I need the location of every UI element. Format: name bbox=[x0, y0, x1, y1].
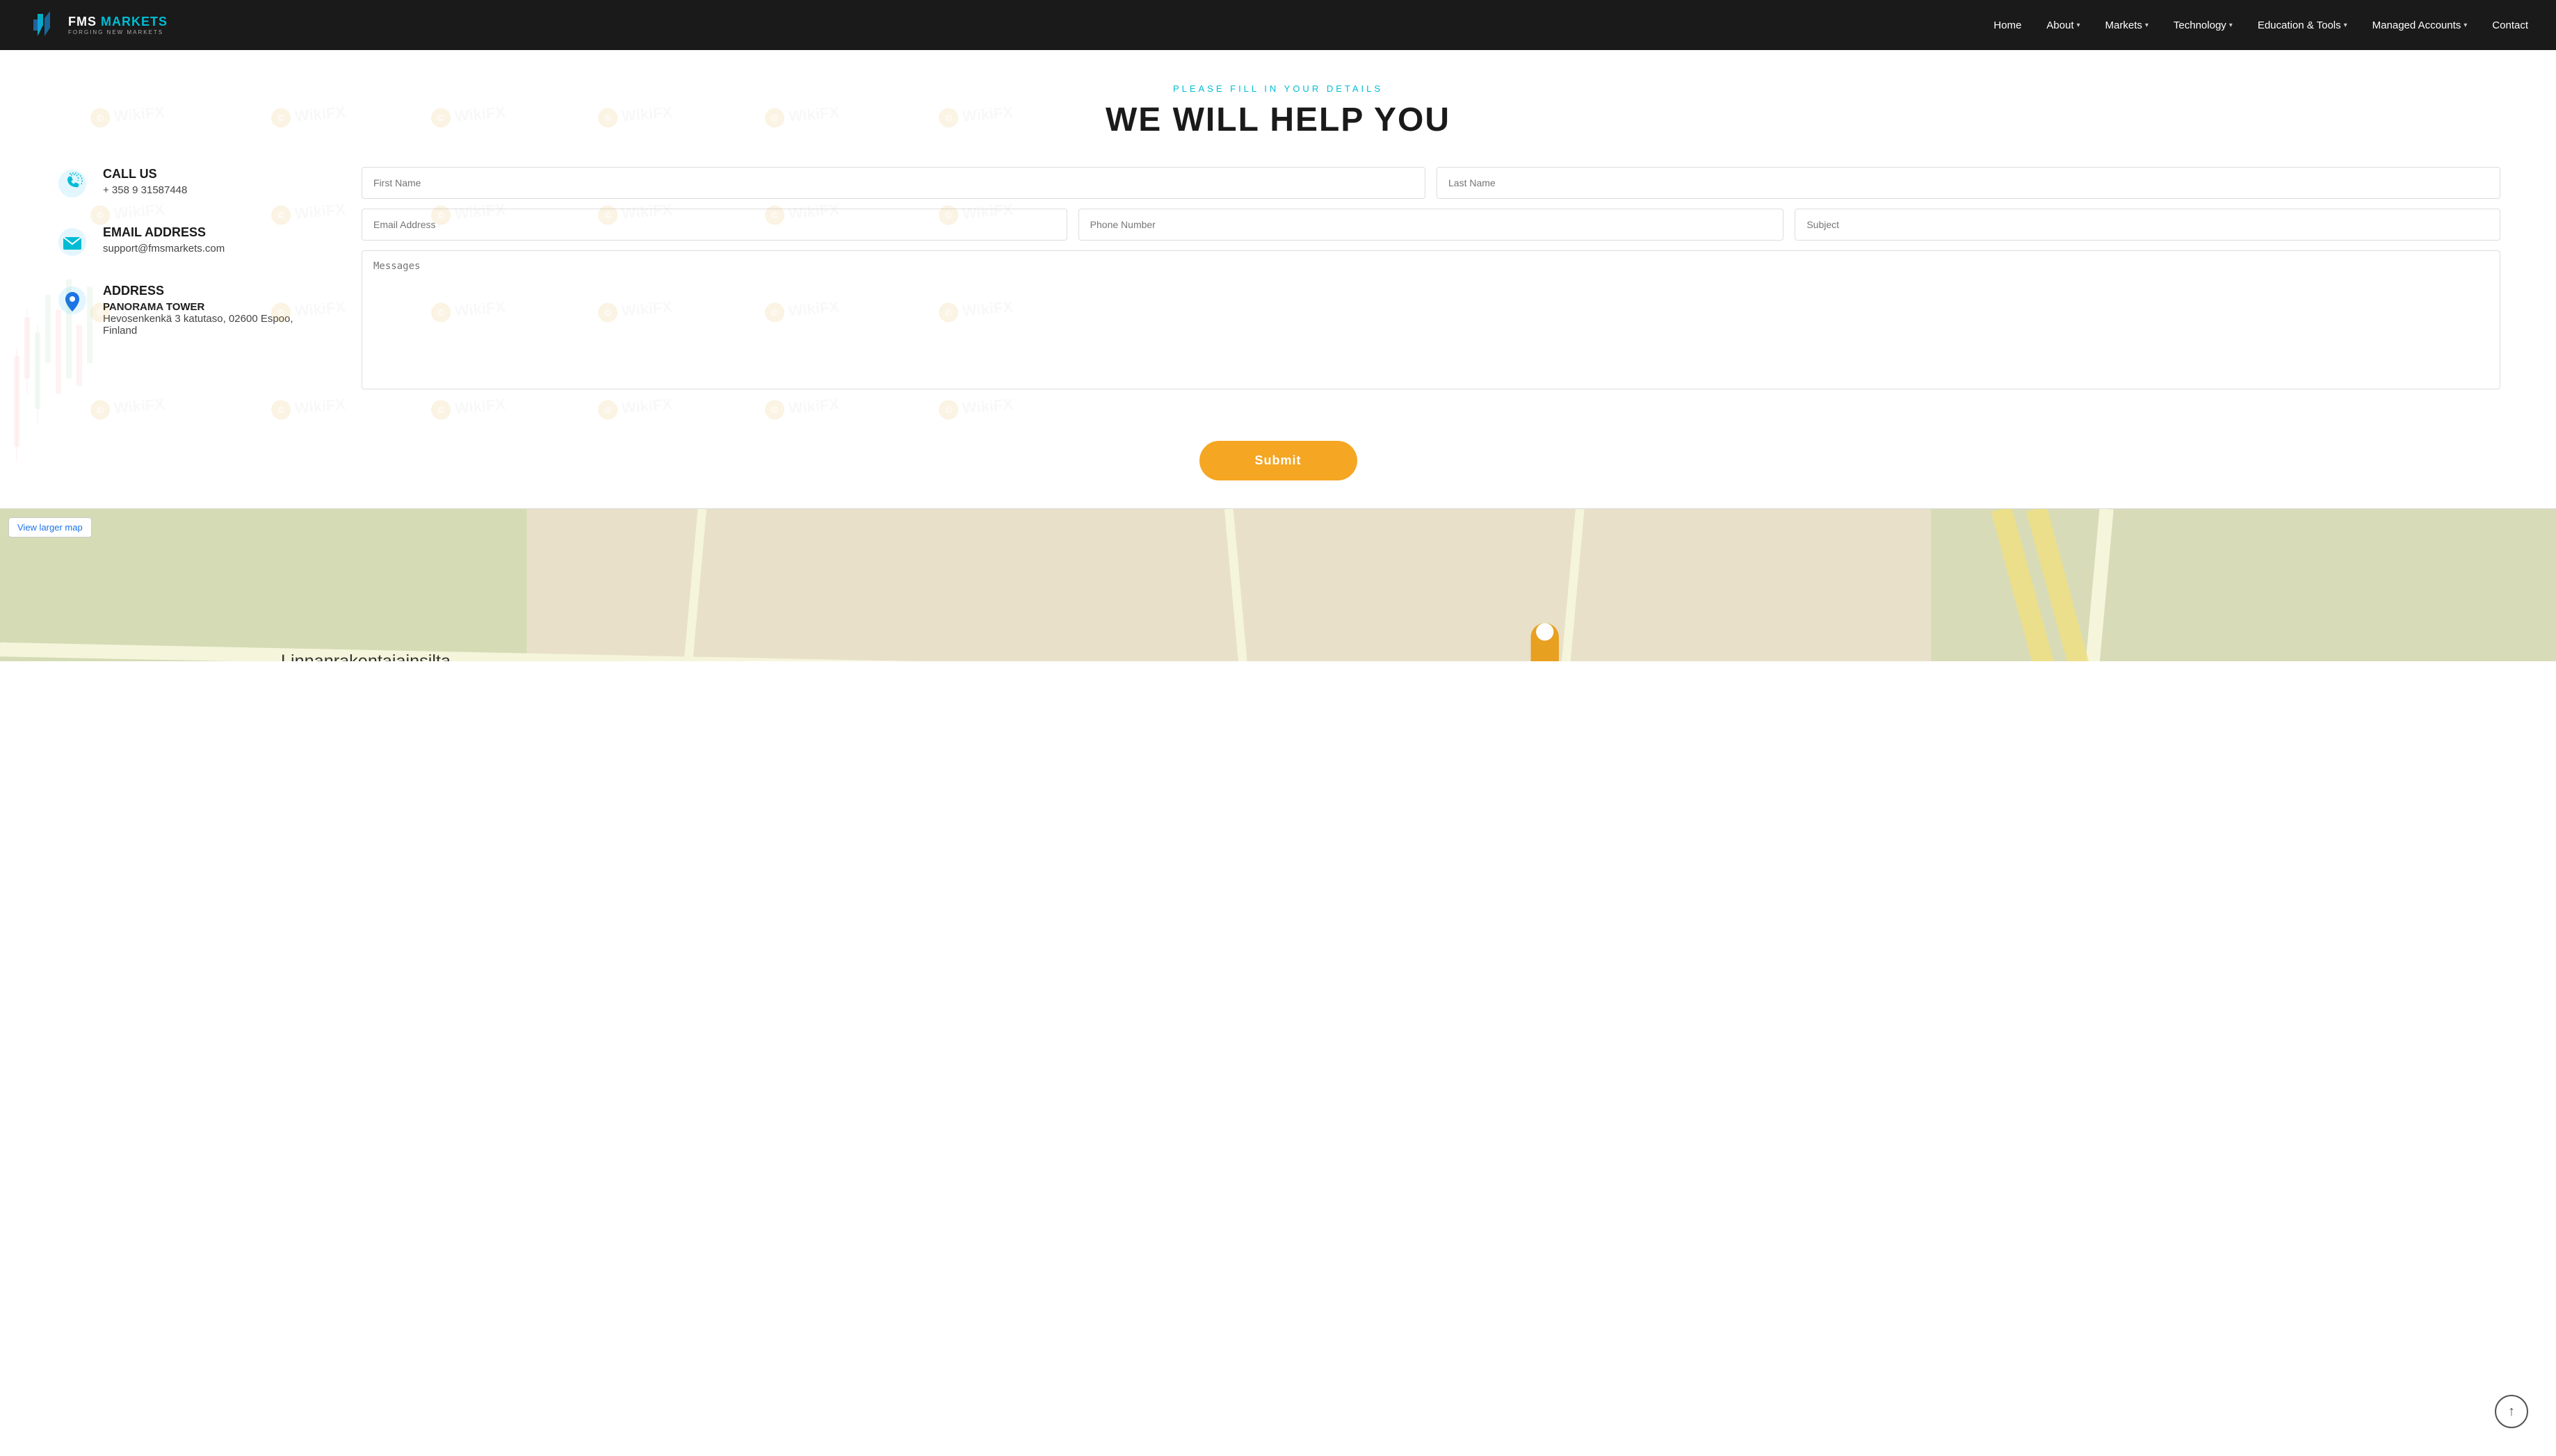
page-title: WE WILL HELP YOU bbox=[0, 101, 2556, 139]
nav-item-about[interactable]: About ▾ bbox=[2046, 19, 2080, 31]
page-header: PLEASE FILL IN YOUR DETAILS WE WILL HELP… bbox=[0, 50, 2556, 153]
chevron-down-icon: ▾ bbox=[2464, 22, 2467, 29]
form-row-message bbox=[362, 250, 2500, 389]
contact-form bbox=[362, 167, 2500, 399]
scroll-to-top-button[interactable]: ↑ bbox=[2495, 1395, 2528, 1428]
logo[interactable]: FMS MARKETS FORGING NEW MARKETS bbox=[28, 8, 168, 42]
first-name-input[interactable] bbox=[362, 167, 1425, 199]
nav-item-managed[interactable]: Managed Accounts ▾ bbox=[2372, 19, 2468, 31]
call-value: + 358 9 31587448 bbox=[103, 184, 187, 196]
main-content: ©WikiFX©WikiFX©WikiFX©WikiFX©WikiFX©Wiki… bbox=[0, 50, 2556, 508]
nav-links-list: Home About ▾ Markets ▾ Technology ▾ Educ… bbox=[1993, 19, 2528, 31]
nav-item-technology[interactable]: Technology ▾ bbox=[2174, 19, 2233, 31]
address-value: Hevosenkenkä 3 katutaso, 02600 Espoo, Fi… bbox=[103, 313, 320, 337]
scroll-top-icon: ↑ bbox=[2508, 1404, 2515, 1420]
nav-link-managed[interactable]: Managed Accounts ▾ bbox=[2372, 19, 2468, 31]
logo-text: FMS MARKETS FORGING NEW MARKETS bbox=[68, 15, 168, 35]
email-info: EMAIL ADDRESS support@fmsmarkets.com bbox=[103, 225, 225, 254]
view-larger-map-link[interactable]: View larger map bbox=[8, 517, 92, 537]
nav-link-about[interactable]: About ▾ bbox=[2046, 19, 2080, 31]
nav-link-education[interactable]: Education & Tools ▾ bbox=[2258, 19, 2347, 31]
contact-address: ADDRESS PANORAMA TOWER Hevosenkenkä 3 ka… bbox=[56, 284, 320, 337]
phone-input[interactable] bbox=[1078, 209, 1784, 241]
call-info: CALL US + 358 9 31587448 bbox=[103, 167, 187, 196]
map-area: Linnatullinkatu Linnanrakentajainsilta B… bbox=[0, 508, 2556, 661]
pin-icon-wrap bbox=[56, 284, 89, 317]
logo-icon bbox=[28, 8, 61, 42]
contact-email: EMAIL ADDRESS support@fmsmarkets.com bbox=[56, 225, 320, 259]
call-label: CALL US bbox=[103, 167, 187, 181]
phone-icon bbox=[57, 168, 88, 199]
address-info: ADDRESS PANORAMA TOWER Hevosenkenkä 3 ka… bbox=[103, 284, 320, 337]
chevron-down-icon: ▾ bbox=[2229, 22, 2233, 29]
chevron-down-icon: ▾ bbox=[2145, 22, 2149, 29]
email-icon-wrap bbox=[56, 225, 89, 259]
nav-link-contact[interactable]: Contact bbox=[2492, 19, 2528, 31]
email-label: EMAIL ADDRESS bbox=[103, 225, 225, 240]
email-icon bbox=[57, 227, 88, 257]
form-row-name bbox=[362, 167, 2500, 199]
info-panel: CALL US + 358 9 31587448 EMAIL ADDRESS s… bbox=[56, 167, 320, 362]
nav-link-technology[interactable]: Technology ▾ bbox=[2174, 19, 2233, 31]
chevron-down-icon: ▾ bbox=[2077, 22, 2080, 29]
address-building: PANORAMA TOWER bbox=[103, 301, 320, 313]
logo-title: FMS MARKETS bbox=[68, 15, 168, 29]
submit-area: Submit bbox=[0, 427, 2556, 508]
pin-icon bbox=[57, 285, 88, 316]
phone-icon-wrap bbox=[56, 167, 89, 200]
logo-markets: MARKETS bbox=[101, 15, 168, 29]
map-roads: Linnatullinkatu Linnanrakentajainsilta B… bbox=[0, 509, 2556, 661]
email-value: support@fmsmarkets.com bbox=[103, 243, 225, 254]
nav-item-contact[interactable]: Contact bbox=[2492, 19, 2528, 31]
contact-call: CALL US + 358 9 31587448 bbox=[56, 167, 320, 200]
page-subtitle: PLEASE FILL IN YOUR DETAILS bbox=[0, 83, 2556, 94]
logo-subtitle: FORGING NEW MARKETS bbox=[68, 29, 168, 35]
form-row-contact bbox=[362, 209, 2500, 241]
logo-fms: FMS bbox=[68, 15, 97, 29]
nav-item-home[interactable]: Home bbox=[1993, 19, 2021, 31]
last-name-input[interactable] bbox=[1437, 167, 2500, 199]
submit-button[interactable]: Submit bbox=[1199, 441, 1357, 480]
nav-item-markets[interactable]: Markets ▾ bbox=[2105, 19, 2149, 31]
nav-item-education[interactable]: Education & Tools ▾ bbox=[2258, 19, 2347, 31]
subject-input[interactable] bbox=[1795, 209, 2500, 241]
svg-text:Linnanrakentajainsilta: Linnanrakentajainsilta bbox=[281, 652, 451, 661]
address-label: ADDRESS bbox=[103, 284, 320, 298]
map-background: Linnatullinkatu Linnanrakentajainsilta B… bbox=[0, 509, 2556, 661]
chevron-down-icon: ▾ bbox=[2344, 22, 2347, 29]
content-area: CALL US + 358 9 31587448 EMAIL ADDRESS s… bbox=[0, 153, 2556, 427]
nav-link-home[interactable]: Home bbox=[1993, 19, 2021, 31]
navigation: FMS MARKETS FORGING NEW MARKETS Home Abo… bbox=[0, 0, 2556, 50]
email-input[interactable] bbox=[362, 209, 1067, 241]
messages-textarea[interactable] bbox=[362, 250, 2500, 389]
nav-link-markets[interactable]: Markets ▾ bbox=[2105, 19, 2149, 31]
